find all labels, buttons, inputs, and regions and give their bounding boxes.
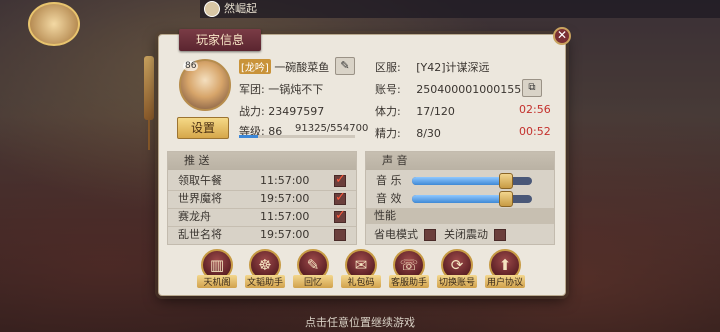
power-value: 23497597 xyxy=(268,105,325,118)
sound-panel: 声 音 音 乐 音 效 性能 省电模式 关闭震动 xyxy=(365,151,555,245)
continue-hint[interactable]: 点击任意位置继续游戏 xyxy=(0,314,720,330)
sfx-slider-handle[interactable] xyxy=(498,191,513,207)
player-portrait-badge xyxy=(28,2,80,46)
edit-name-button[interactable]: ✎ xyxy=(335,57,355,75)
exp-text: 91325/554700 xyxy=(295,123,369,134)
player-name: 一碗酸菜鱼 xyxy=(274,61,330,74)
vibration-checkbox[interactable] xyxy=(494,229,506,241)
server-label: 区服: xyxy=(375,61,401,74)
action-button[interactable]: ✉ 礼包码 xyxy=(341,249,381,288)
push-item-name: 乱世名将 xyxy=(178,228,222,241)
server-row: 区服: [Y42]计谋深远 xyxy=(375,59,490,75)
hanging-ornament xyxy=(144,56,154,150)
alliance-tag: [龙吟] xyxy=(239,59,271,74)
avatar-level-badge: 86 xyxy=(183,61,199,71)
power-row: 战力: 23497597 xyxy=(239,103,324,119)
power-save-checkbox[interactable] xyxy=(424,229,436,241)
settings-button[interactable]: 设置 xyxy=(177,117,229,139)
performance-header: 性能 xyxy=(366,208,554,224)
music-slider[interactable] xyxy=(412,173,532,189)
account-label: 账号: xyxy=(375,83,401,96)
action-label: 文韬助手 xyxy=(245,275,285,288)
account-row: 账号: 250400001000155 xyxy=(375,81,521,97)
action-label: 回忆 xyxy=(293,275,333,288)
close-button[interactable]: ✕ xyxy=(553,27,571,45)
stamina-timer: 02:56 xyxy=(519,103,551,116)
server-value: [Y42]计谋深远 xyxy=(416,61,490,74)
banner-avatar-icon xyxy=(204,1,220,17)
push-item-name: 领取午餐 xyxy=(178,174,222,187)
energy-label: 精力: xyxy=(375,127,401,140)
player-avatar[interactable]: 86 xyxy=(179,59,231,111)
energy-row: 精力: 8/30 xyxy=(375,125,441,141)
power-label: 战力: xyxy=(239,105,265,118)
account-value: 250400001000155 xyxy=(416,83,522,96)
action-label: 礼包码 xyxy=(341,275,381,288)
push-item-checkbox[interactable] xyxy=(334,190,346,205)
dialog-title: 玩家信息 xyxy=(179,29,261,51)
music-slider-handle[interactable] xyxy=(498,173,513,189)
top-banner: 然崛起 xyxy=(200,0,720,18)
vibration-label: 关闭震动 xyxy=(444,228,488,241)
stamina-label: 体力: xyxy=(375,105,401,118)
action-bar: ▥ 天机阁 ☸ 文韬助手 ✎ 回忆 ✉ 礼包码 ☏ 客服助手 ⟳ 切换账号 ⬆ … xyxy=(197,249,537,293)
copy-account-button[interactable]: ⧉ xyxy=(522,79,542,97)
action-label: 客服助手 xyxy=(389,275,429,288)
power-save-label: 省电模式 xyxy=(374,228,418,241)
legion-text: 军团: 一锅炖不下 xyxy=(239,83,324,96)
push-item-name: 世界魔将 xyxy=(178,192,222,205)
push-item-checkbox[interactable] xyxy=(334,172,346,187)
pencil-icon: ✎ xyxy=(340,59,350,72)
energy-timer: 00:52 xyxy=(519,125,551,138)
push-item-time: 11:57:00 xyxy=(260,210,310,223)
music-slider-fill xyxy=(412,177,506,185)
action-label: 切换账号 xyxy=(437,275,477,288)
player-name-row: [龙吟] 一碗酸菜鱼 xyxy=(239,59,329,75)
sfx-label: 音 效 xyxy=(376,192,402,205)
push-panel-header: 推 送 xyxy=(168,152,356,170)
sound-panel-header: 声 音 xyxy=(366,152,554,170)
sfx-slider[interactable] xyxy=(412,191,532,207)
stamina-value: 17/120 xyxy=(416,105,455,118)
push-item-name: 赛龙舟 xyxy=(178,210,211,223)
action-label: 天机阁 xyxy=(197,275,237,288)
action-button[interactable]: ⬆ 用户协议 xyxy=(485,249,525,288)
copy-icon: ⧉ xyxy=(528,82,536,93)
exp-progress-bar xyxy=(239,135,355,138)
energy-value: 8/30 xyxy=(416,127,441,140)
action-button[interactable]: ☸ 文韬助手 xyxy=(245,249,285,288)
exp-progress-fill xyxy=(239,135,259,138)
action-button[interactable]: ☏ 客服助手 xyxy=(389,249,429,288)
push-item-checkbox[interactable] xyxy=(334,208,346,223)
player-info-dialog: 玩家信息 ✕ 86 设置 [龙吟] 一碗酸菜鱼 ✎ 军团: 一锅炖不下 战力: … xyxy=(158,27,571,296)
sfx-slider-fill xyxy=(412,195,506,203)
music-label: 音 乐 xyxy=(376,174,402,187)
push-item-checkbox[interactable] xyxy=(334,229,346,241)
push-item-time: 19:57:00 xyxy=(260,192,310,205)
action-button[interactable]: ⟳ 切换账号 xyxy=(437,249,477,288)
push-panel: 推 送 领取午餐 11:57:00 世界魔将 19:57:00 赛龙舟 11:5… xyxy=(167,151,357,245)
push-item-time: 19:57:00 xyxy=(260,228,310,241)
action-button[interactable]: ▥ 天机阁 xyxy=(197,249,237,288)
stamina-row: 体力: 17/120 xyxy=(375,103,455,119)
push-item-time: 11:57:00 xyxy=(260,174,310,187)
banner-text: 然崛起 xyxy=(224,2,257,15)
action-label: 用户协议 xyxy=(485,275,525,288)
action-button[interactable]: ✎ 回忆 xyxy=(293,249,333,288)
